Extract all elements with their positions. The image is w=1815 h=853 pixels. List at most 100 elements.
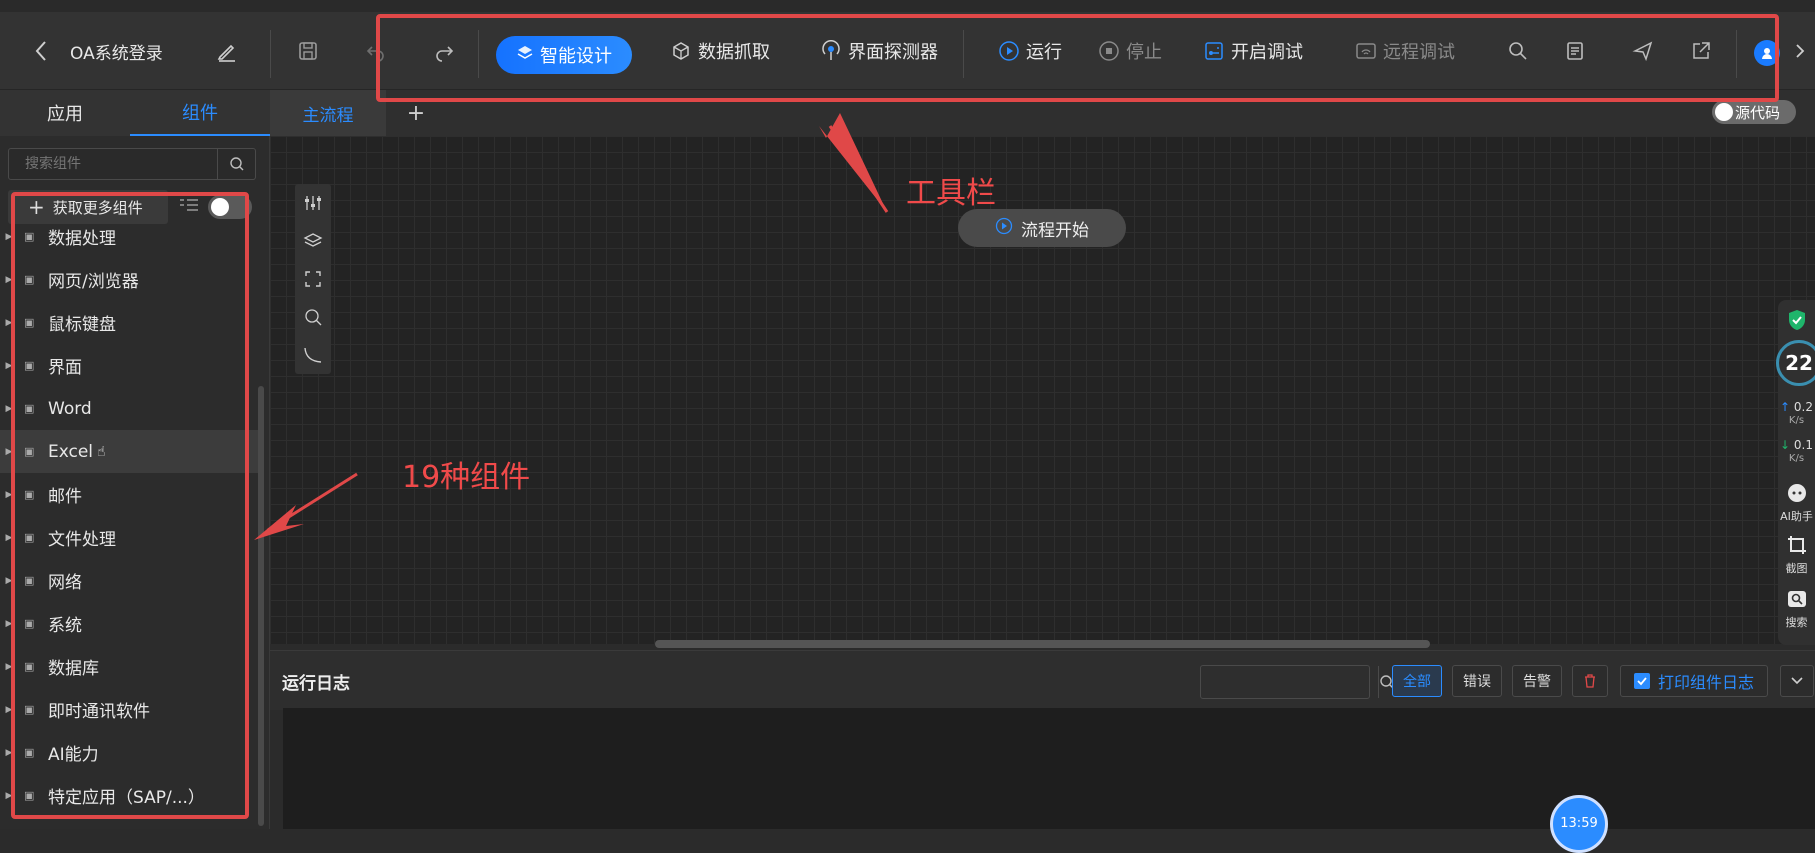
expand-arrow-icon[interactable]: ▶: [0, 748, 18, 758]
category-icon: ▣: [24, 402, 35, 415]
component-category[interactable]: ▶ ▣ 即时通讯软件: [0, 688, 262, 731]
filter-error-button[interactable]: 错误: [1452, 665, 1502, 697]
debug-icon: [1203, 40, 1225, 62]
component-category[interactable]: ▶ ▣ 网络: [0, 559, 262, 602]
print-component-log-toggle[interactable]: 打印组件日志: [1620, 665, 1768, 697]
component-category[interactable]: ▶ ▣ 数据处理: [0, 215, 262, 258]
source-code-toggle[interactable]: 源代码: [1712, 100, 1796, 124]
component-category-label: 文件处理: [48, 530, 116, 550]
add-tab-button[interactable]: +: [396, 90, 436, 136]
back-icon[interactable]: [28, 38, 54, 64]
save-icon[interactable]: [295, 38, 321, 64]
edit-icon[interactable]: [214, 38, 240, 64]
component-category-label: 界面: [48, 358, 82, 378]
toolbar-annotation: 工具栏: [906, 176, 996, 211]
ai-assistant-icon[interactable]: [1778, 482, 1815, 507]
upload-speed: ↑ 0.2: [1780, 400, 1813, 414]
redo-icon[interactable]: [431, 38, 457, 64]
detector-icon: [820, 40, 842, 62]
play-icon: [998, 40, 1020, 62]
expand-arrow-icon[interactable]: ▶: [0, 576, 18, 586]
component-category[interactable]: ▶ ▣ 网页/浏览器: [0, 258, 262, 301]
screenshot-icon[interactable]: [1778, 534, 1815, 559]
clear-log-button[interactable]: [1572, 665, 1608, 697]
remote-debug-button[interactable]: 远程调试: [1355, 36, 1455, 66]
start-debug-button[interactable]: 开启调试: [1203, 36, 1303, 66]
canvas-horizontal-scrollbar[interactable]: [655, 640, 1430, 648]
component-category[interactable]: ▶ ▣ 鼠标键盘: [0, 301, 262, 344]
log-expand-button[interactable]: [1780, 665, 1814, 697]
component-category[interactable]: ▶ ▣ 系统: [0, 602, 262, 645]
download-speed: ↓ 0.1: [1780, 438, 1813, 452]
send-icon[interactable]: [1630, 38, 1656, 64]
shield-icon[interactable]: [1778, 308, 1815, 335]
component-category[interactable]: ▶ ▣ 界面: [0, 344, 262, 387]
expand-arrow-icon[interactable]: ▶: [0, 232, 18, 242]
adjust-icon[interactable]: [295, 184, 331, 222]
expand-arrow-icon[interactable]: ▶: [0, 275, 18, 285]
clock-widget[interactable]: 13:59: [1550, 795, 1608, 853]
search-input[interactable]: [9, 149, 217, 179]
component-category-label: 邮件: [48, 487, 82, 507]
expand-arrow-icon[interactable]: ▶: [0, 404, 18, 414]
expand-arrow-icon[interactable]: ▶: [0, 533, 18, 543]
component-category-label: Word: [48, 398, 92, 419]
play-icon: [995, 217, 1013, 240]
component-category[interactable]: ▶ ▣ AI能力: [0, 731, 262, 774]
fullscreen-icon[interactable]: [295, 260, 331, 298]
component-category[interactable]: ▶ ▣ Word: [0, 387, 262, 430]
smart-design-icon: [516, 44, 534, 67]
expand-arrow-icon[interactable]: ▶: [0, 791, 18, 801]
component-category[interactable]: ▶ ▣ 特定应用（SAP/...）: [0, 774, 262, 817]
expand-arrow-icon[interactable]: ▶: [0, 361, 18, 371]
sidebar-scrollbar[interactable]: [258, 386, 264, 826]
components-annotation: 19种组件: [402, 460, 531, 495]
zoom-reset-icon[interactable]: [295, 298, 331, 336]
notes-icon[interactable]: [1562, 38, 1588, 64]
search-icon: [229, 157, 243, 171]
component-category[interactable]: ▶ ▣ 数据库: [0, 645, 262, 688]
filter-warning-button[interactable]: 告警: [1512, 665, 1562, 697]
expand-arrow-icon[interactable]: ▶: [0, 447, 18, 457]
run-button[interactable]: 运行: [998, 36, 1062, 66]
component-category-label: 鼠标键盘: [48, 315, 116, 335]
component-category[interactable]: ▶ ▣ 邮件: [0, 473, 262, 516]
cpu-percent: 22: [1776, 340, 1815, 386]
toggle-knob: [1715, 103, 1733, 121]
flow-start-node[interactable]: 流程开始: [958, 209, 1126, 247]
divider: [963, 30, 964, 78]
expand-arrow-icon[interactable]: ▶: [0, 705, 18, 715]
tab-components[interactable]: 组件: [130, 90, 270, 136]
left-tabs: 应用 组件: [0, 90, 270, 136]
stop-label: 停止: [1126, 42, 1162, 63]
connector-curve-icon[interactable]: [295, 336, 331, 374]
search-panel-icon[interactable]: [1778, 588, 1815, 613]
chevron-right-icon[interactable]: [1790, 38, 1810, 64]
stop-button[interactable]: 停止: [1098, 36, 1162, 66]
tab-main-flow[interactable]: 主流程: [270, 90, 386, 136]
search-icon[interactable]: [1505, 38, 1531, 64]
component-search: [8, 148, 256, 180]
avatar-icon[interactable]: [1754, 40, 1780, 66]
search-button[interactable]: [217, 149, 255, 179]
data-capture-button[interactable]: 数据抓取: [670, 36, 770, 66]
component-category-label: 网络: [48, 573, 82, 593]
filter-all-button[interactable]: 全部: [1392, 665, 1442, 697]
layers-icon[interactable]: [295, 222, 331, 260]
system-monitor-panel: 22 ↑ 0.2 K/s ↓ 0.1 K/s AI助手 截图 搜索: [1776, 300, 1815, 645]
component-category-label: 数据库: [48, 659, 99, 679]
ui-detector-button[interactable]: 界面探测器: [820, 36, 938, 66]
expand-arrow-icon[interactable]: ▶: [0, 490, 18, 500]
export-icon[interactable]: [1688, 38, 1714, 64]
remote-debug-label: 远程调试: [1383, 42, 1455, 63]
smart-design-button[interactable]: 智能设计: [496, 36, 632, 74]
component-category[interactable]: ▶ ▣ Excel ☝: [0, 430, 262, 473]
screenshot-label: 截图: [1785, 562, 1808, 575]
expand-arrow-icon[interactable]: ▶: [0, 662, 18, 672]
log-search-input[interactable]: [1201, 666, 1378, 698]
expand-arrow-icon[interactable]: ▶: [0, 318, 18, 328]
tab-app[interactable]: 应用: [0, 90, 130, 136]
undo-icon[interactable]: [363, 38, 389, 64]
expand-arrow-icon[interactable]: ▶: [0, 619, 18, 629]
component-category[interactable]: ▶ ▣ 文件处理: [0, 516, 262, 559]
